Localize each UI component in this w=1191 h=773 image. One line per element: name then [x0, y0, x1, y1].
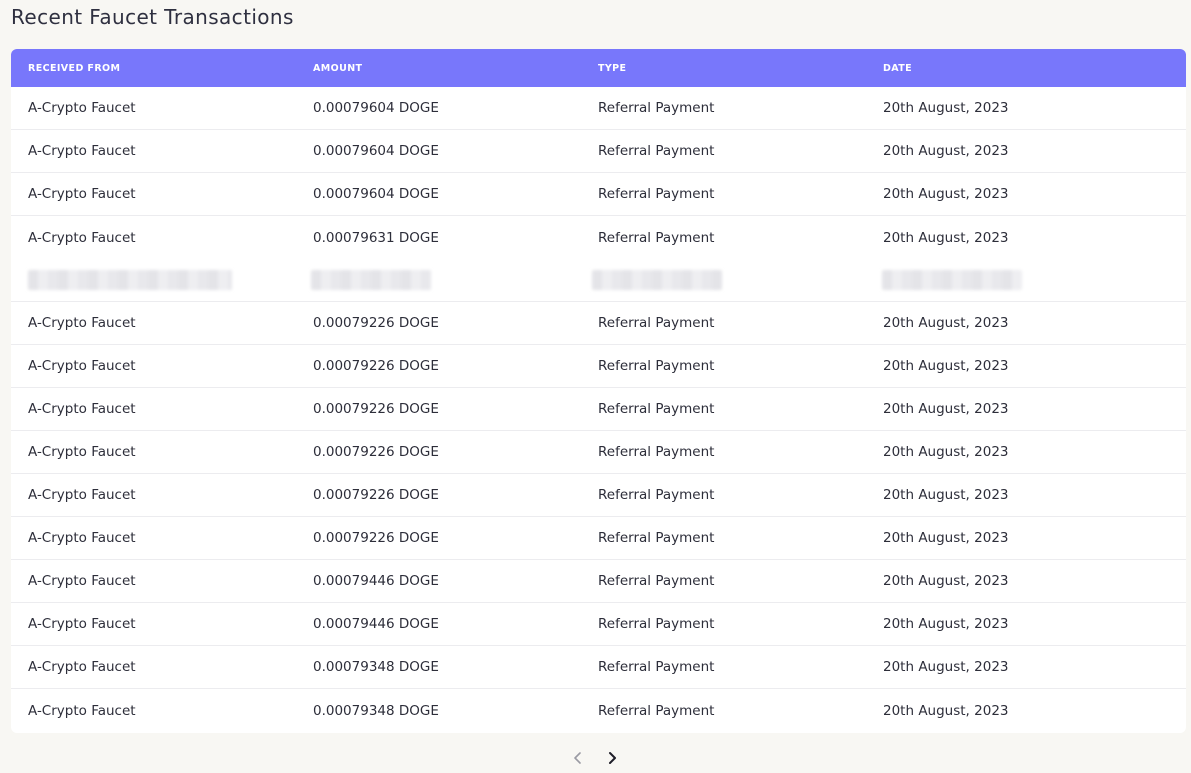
cell-type: Referral Payment	[598, 659, 715, 675]
cell-amount: 0.00079604 DOGE	[313, 186, 439, 202]
cell-date: 20th August, 2023	[883, 401, 1009, 417]
cell-type: Referral Payment	[598, 530, 715, 546]
cell-date: 20th August, 2023	[883, 143, 1009, 159]
column-header-type[interactable]: TYPE	[581, 63, 866, 74]
cell-amount: 0.00079226 DOGE	[313, 315, 439, 331]
cell-received-from: A-Crypto Faucet	[28, 100, 136, 116]
cell-date: 20th August, 2023	[883, 229, 1009, 246]
redacted-cell	[311, 270, 431, 290]
cell-date: 20th August, 2023	[883, 186, 1009, 202]
table-row: A-Crypto Faucet 0.00079348 DOGE Referral P…	[11, 689, 1186, 732]
redacted-cell	[28, 270, 232, 290]
cell-received-from: A-Crypto Faucet	[28, 444, 136, 460]
cell-received-from: A-Crypto Faucet	[28, 143, 136, 159]
cell-type: Referral Payment	[598, 702, 715, 719]
table-row: A-Crypto Faucet 0.00079631 DOGE Referral P…	[11, 216, 1186, 259]
cell-type: Referral Payment	[598, 401, 715, 417]
cell-date: 20th August, 2023	[883, 659, 1009, 675]
cell-received-from: A-Crypto Faucet	[28, 315, 136, 331]
cell-received-from: A-Crypto Faucet	[28, 659, 136, 675]
column-header-amount[interactable]: AMOUNT	[296, 63, 581, 74]
chevron-left-icon	[574, 752, 581, 764]
cell-received-from: A-Crypto Faucet	[28, 573, 136, 589]
cell-amount: 0.00079348 DOGE	[313, 702, 439, 719]
pagination	[571, 748, 619, 768]
cell-received-from: A-Crypto Faucet	[28, 358, 136, 374]
chevron-right-icon	[609, 752, 616, 764]
cell-amount: 0.00079446 DOGE	[313, 573, 439, 589]
cell-type: Referral Payment	[598, 616, 715, 632]
table-row: A-Crypto Faucet 0.00079446 DOGE Referral P…	[11, 603, 1186, 646]
prev-page-button[interactable]	[571, 748, 585, 768]
table-row: A-Crypto Faucet 0.00079226 DOGE Referral P…	[11, 345, 1186, 388]
page-title: Recent Faucet Transactions	[11, 5, 294, 29]
table-row: A-Crypto Faucet 0.00079226 DOGE Referral P…	[11, 517, 1186, 560]
next-page-button[interactable]	[605, 748, 619, 768]
cell-date: 20th August, 2023	[883, 616, 1009, 632]
table-row: A-Crypto Faucet 0.00079226 DOGE Referral P…	[11, 474, 1186, 517]
cell-date: 20th August, 2023	[883, 530, 1009, 546]
cell-received-from: A-Crypto Faucet	[28, 186, 136, 202]
cell-received-from: A-Crypto Faucet	[28, 702, 136, 719]
cell-amount: 0.00079226 DOGE	[313, 444, 439, 460]
cell-amount: 0.00079446 DOGE	[313, 616, 439, 632]
cell-type: Referral Payment	[598, 358, 715, 374]
cell-date: 20th August, 2023	[883, 573, 1009, 589]
redacted-row	[11, 259, 1186, 302]
cell-date: 20th August, 2023	[883, 487, 1009, 503]
cell-amount: 0.00079226 DOGE	[313, 487, 439, 503]
table-row: A-Crypto Faucet 0.00079604 DOGE Referral P…	[11, 87, 1186, 130]
table-row: A-Crypto Faucet 0.00079604 DOGE Referral P…	[11, 173, 1186, 216]
cell-type: Referral Payment	[598, 229, 715, 246]
cell-type: Referral Payment	[598, 315, 715, 331]
column-header-received-from[interactable]: RECEIVED FROM	[11, 63, 296, 74]
table-row: A-Crypto Faucet 0.00079446 DOGE Referral P…	[11, 560, 1186, 603]
cell-amount: 0.00079348 DOGE	[313, 659, 439, 675]
cell-received-from: A-Crypto Faucet	[28, 229, 136, 246]
table-header: RECEIVED FROM AMOUNT TYPE DATE	[11, 49, 1186, 87]
transactions-table: RECEIVED FROM AMOUNT TYPE DATE A-Crypto …	[11, 49, 1186, 733]
cell-type: Referral Payment	[598, 186, 715, 202]
table-row: A-Crypto Faucet 0.00079604 DOGE Referral P…	[11, 130, 1186, 173]
cell-type: Referral Payment	[598, 444, 715, 460]
column-header-date[interactable]: DATE	[866, 63, 1186, 74]
table-row: A-Crypto Faucet 0.00079348 DOGE Referral P…	[11, 646, 1186, 689]
cell-date: 20th August, 2023	[883, 702, 1009, 719]
cell-amount: 0.00079226 DOGE	[313, 358, 439, 374]
cell-type: Referral Payment	[598, 573, 715, 589]
cell-date: 20th August, 2023	[883, 315, 1009, 331]
cell-received-from: A-Crypto Faucet	[28, 530, 136, 546]
cell-amount: 0.00079631 DOGE	[313, 229, 439, 246]
cell-received-from: A-Crypto Faucet	[28, 616, 136, 632]
table-row: A-Crypto Faucet 0.00079226 DOGE Referral P…	[11, 388, 1186, 431]
cell-date: 20th August, 2023	[883, 100, 1009, 116]
cell-amount: 0.00079226 DOGE	[313, 530, 439, 546]
table-row: A-Crypto Faucet 0.00079226 DOGE Referral P…	[11, 431, 1186, 474]
cell-received-from: A-Crypto Faucet	[28, 487, 136, 503]
cell-type: Referral Payment	[598, 100, 715, 116]
cell-received-from: A-Crypto Faucet	[28, 401, 136, 417]
cell-type: Referral Payment	[598, 143, 715, 159]
cell-amount: 0.00079604 DOGE	[313, 100, 439, 116]
cell-amount: 0.00079226 DOGE	[313, 401, 439, 417]
redacted-cell	[592, 270, 722, 290]
table-row: A-Crypto Faucet 0.00079226 DOGE Referral P…	[11, 302, 1186, 345]
cell-date: 20th August, 2023	[883, 444, 1009, 460]
redacted-cell	[882, 270, 1022, 290]
cell-type: Referral Payment	[598, 487, 715, 503]
cell-date: 20th August, 2023	[883, 358, 1009, 374]
cell-amount: 0.00079604 DOGE	[313, 143, 439, 159]
